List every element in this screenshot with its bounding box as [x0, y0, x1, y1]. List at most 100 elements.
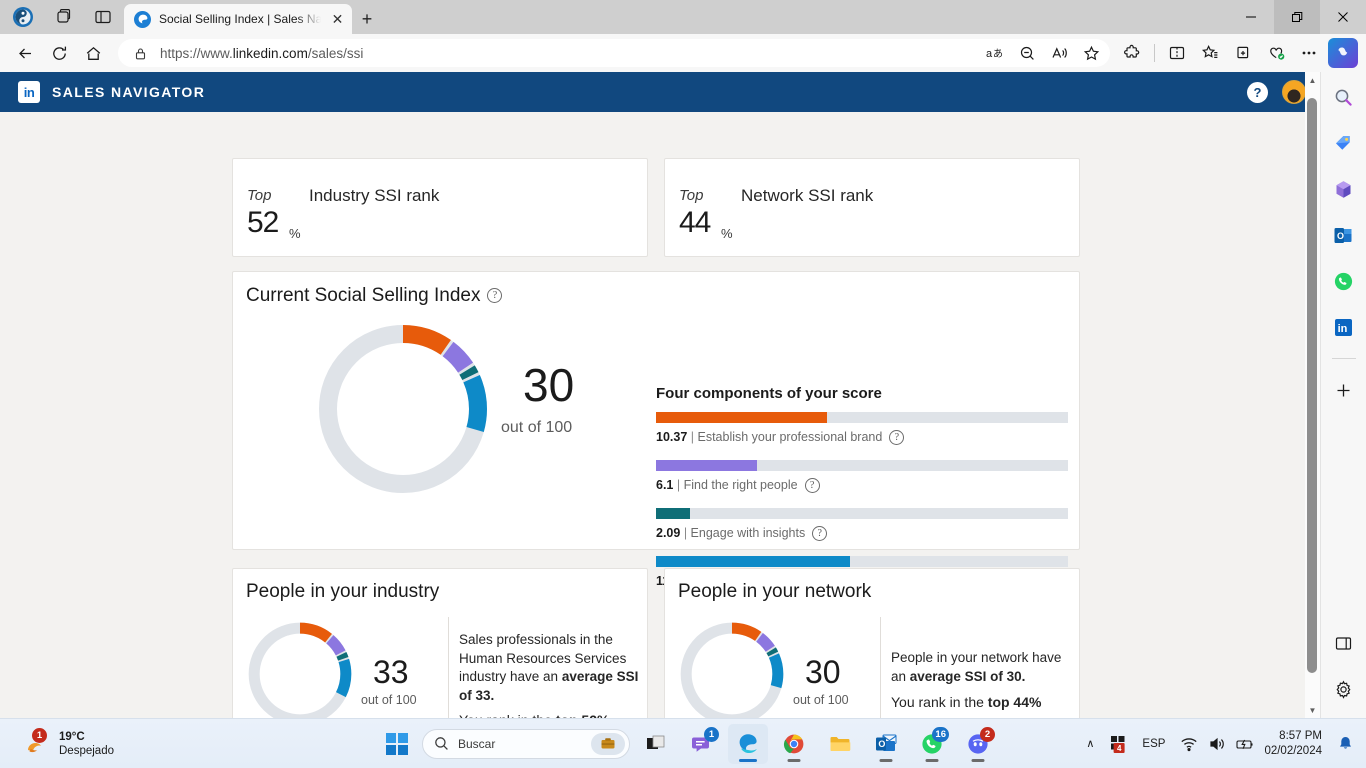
sidebar-search-icon[interactable]: [1329, 82, 1359, 112]
sales-navigator-header: in SALES NAVIGATOR ?: [0, 72, 1320, 112]
network-card-text: People in your network have an average S…: [891, 650, 1062, 684]
site-security-lock-icon[interactable]: [132, 45, 148, 61]
info-icon-component[interactable]: ?: [889, 430, 905, 446]
sidebar-linkedin-icon[interactable]: in: [1329, 312, 1359, 342]
taskbar-app-google-chrome[interactable]: [774, 724, 814, 764]
ssi-score-value: 30: [523, 359, 575, 411]
component-bar-label: 10.37 | Establish your professional bran…: [656, 430, 905, 446]
sidebar-whatsapp-icon[interactable]: [1329, 266, 1359, 296]
industry-rank-unit: %: [289, 226, 301, 241]
user-avatar[interactable]: [1282, 80, 1306, 104]
component-bar-fill: [656, 460, 757, 471]
address-bar[interactable]: https://www.linkedin.com/sales/ssi aあ: [118, 39, 1110, 67]
add-favorite-icon[interactable]: [1076, 40, 1106, 66]
taskbar-system-tray: ∧ 4 ESP 8:57 PM 02/02/2024: [1077, 727, 1366, 761]
edge-sidebar: O in: [1320, 72, 1366, 718]
network-donut-svg: [680, 622, 784, 718]
window-close-button[interactable]: [1320, 0, 1366, 34]
scroll-down-icon[interactable]: ▼: [1305, 702, 1320, 718]
component-bar-fill: [656, 412, 827, 423]
sidebar-microsoft365-icon[interactable]: [1329, 174, 1359, 204]
network-rank-unit: %: [721, 226, 733, 241]
svg-text:4: 4: [1117, 744, 1122, 753]
translate-icon[interactable]: aあ: [980, 40, 1010, 66]
info-icon-current-ssi[interactable]: ?: [487, 288, 503, 304]
scroll-up-icon[interactable]: ▲: [1305, 72, 1320, 88]
tray-overflow-icon[interactable]: ∧: [1077, 727, 1103, 761]
info-icon-component[interactable]: ?: [804, 478, 820, 494]
notifications-bell-icon[interactable]: [1332, 727, 1358, 761]
more-options-icon[interactable]: [1293, 38, 1325, 68]
svg-text:あ: あ: [993, 48, 1003, 60]
browser-profile-icon[interactable]: [6, 2, 40, 32]
chrome-active-indicator: [787, 759, 801, 762]
industry-card-title: People in your industry: [246, 581, 440, 602]
discord-badge: 2: [980, 726, 995, 742]
search-briefcase-icon[interactable]: [591, 732, 625, 755]
taskbar-app-file-explorer[interactable]: [820, 724, 860, 764]
copilot-icon[interactable]: [1328, 38, 1358, 68]
split-screen-icon[interactable]: [1161, 38, 1193, 68]
tray-language-indicator[interactable]: ESP: [1133, 738, 1174, 750]
taskbar-app-microsoft-edge[interactable]: [728, 723, 768, 764]
component-bar-fill: [656, 508, 691, 519]
taskbar-app-discord[interactable]: 2: [958, 724, 998, 764]
scrollbar-thumb[interactable]: [1307, 98, 1317, 673]
window-controls: [1228, 0, 1366, 34]
window-restore-button[interactable]: [1274, 0, 1320, 34]
back-button-icon[interactable]: [8, 38, 42, 68]
new-tab-button[interactable]: +: [352, 4, 382, 34]
workspaces-icon[interactable]: [46, 2, 80, 32]
windows-update-icon[interactable]: 4: [1105, 727, 1131, 761]
window-minimize-button[interactable]: [1228, 0, 1274, 34]
ssi-score-outof: out of 100: [501, 419, 573, 436]
info-icon-component[interactable]: ?: [812, 526, 828, 542]
read-aloud-icon[interactable]: [1044, 40, 1074, 66]
sidebar-settings-icon[interactable]: [1329, 674, 1359, 704]
current-ssi-card: Current Social Selling Index? 30 out of …: [232, 271, 1080, 590]
home-button-icon[interactable]: [76, 38, 110, 68]
volume-icon[interactable]: [1204, 727, 1230, 761]
wifi-icon[interactable]: [1176, 727, 1202, 761]
sidebar-customize-panel-icon[interactable]: [1329, 628, 1359, 658]
tab-close-icon[interactable]: ✕: [329, 11, 346, 28]
extensions-icon[interactable]: [1116, 38, 1148, 68]
industry-card-divider: [448, 617, 449, 718]
collections-icon[interactable]: [1227, 38, 1259, 68]
ssi-donut-svg: [319, 325, 487, 493]
page-scrollbar[interactable]: ▲ ▼: [1305, 72, 1320, 718]
browser-titlebar: Social Selling Index | Sales Navig ✕ +: [0, 0, 1366, 34]
favorites-icon[interactable]: [1194, 38, 1226, 68]
browser-tab[interactable]: Social Selling Index | Sales Navig ✕: [124, 4, 352, 34]
sidebar-outlook-icon[interactable]: O: [1329, 220, 1359, 250]
page-viewport: in SALES NAVIGATOR ? Top Industry SSI ra…: [0, 72, 1320, 718]
component-bar-track: [656, 412, 1068, 423]
sidebar-add-icon[interactable]: [1329, 375, 1359, 405]
industry-card-text: Sales professionals in the Human Resourc…: [459, 632, 639, 703]
industry-ssi-rank-card: Top Industry SSI rank 52 %: [232, 158, 648, 257]
taskbar-app-task-view[interactable]: [636, 724, 676, 764]
tab-actions-icon[interactable]: [86, 2, 120, 32]
linkedin-logo-icon[interactable]: in: [18, 81, 40, 103]
taskbar-app-whatsapp[interactable]: 16: [912, 724, 952, 764]
windows-taskbar: 1 19°C Despejado Buscar 1 O 16 2 ∧ 4 ESP…: [0, 718, 1366, 768]
taskbar-clock[interactable]: 8:57 PM 02/02/2024: [1260, 729, 1330, 759]
browser-essentials-icon[interactable]: [1260, 38, 1292, 68]
taskbar-search-box[interactable]: Buscar: [422, 728, 630, 759]
weather-temperature: 19°C: [59, 730, 85, 743]
sidebar-shopping-icon[interactable]: [1329, 128, 1359, 158]
search-placeholder: Buscar: [458, 736, 496, 751]
taskbar-app-teams-chat[interactable]: 1: [682, 724, 722, 764]
help-icon[interactable]: ?: [1247, 81, 1268, 103]
zoom-out-icon[interactable]: [1012, 40, 1042, 66]
tab-title: Social Selling Index | Sales Navig: [159, 12, 321, 26]
start-button-icon[interactable]: [386, 732, 408, 755]
taskbar-weather-widget[interactable]: 1 19°C Despejado: [0, 727, 300, 758]
reload-button-icon[interactable]: [42, 38, 76, 68]
battery-icon[interactable]: [1232, 727, 1258, 761]
weather-description: Despejado: [59, 744, 114, 757]
discord-active-indicator: [971, 759, 985, 762]
network-rank-top-label: Top: [679, 187, 704, 204]
taskbar-app-outlook[interactable]: O: [866, 724, 906, 764]
whatsapp-active-indicator: [925, 759, 939, 762]
